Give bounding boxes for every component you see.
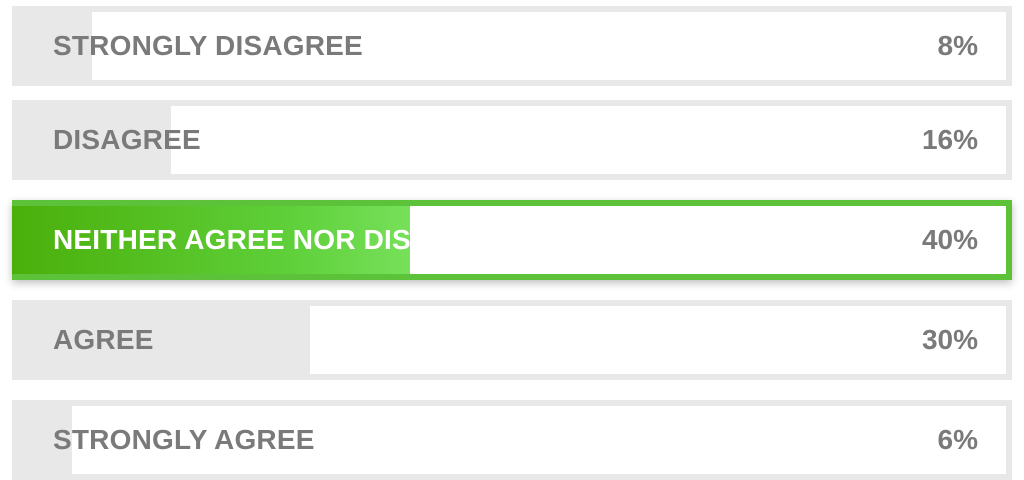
option-percentage: 16% [921,124,978,155]
poll-option-disagree[interactable]: DISAGREE 16% [12,100,1012,180]
option-label: DISAGREE [53,124,201,155]
option-label-clip: NEITHER AGREE NOR DISAGREE [12,206,410,274]
poll-option-strongly-disagree[interactable]: STRONGLY DISAGREE 8% [12,6,1012,86]
option-percentage: 40% [921,224,978,255]
option-percentage: 8% [937,30,978,61]
option-label: NEITHER AGREE NOR DISAGREE [53,224,410,255]
option-label: AGREE [53,324,154,355]
poll-option-strongly-agree[interactable]: STRONGLY AGREE 6% [12,400,1012,480]
poll-option-neither-agree-nor-disagree[interactable]: NEITHER AGREE NOR DISAGREE 40% [12,200,1012,280]
option-percentage: 6% [937,424,978,455]
poll-option-agree[interactable]: AGREE 30% [12,300,1012,380]
poll-results: STRONGLY DISAGREE 8% DISAGREE 16% NEITHE… [0,0,1024,480]
option-label: STRONGLY AGREE [53,424,315,455]
option-percentage: 30% [921,324,978,355]
option-label: STRONGLY DISAGREE [53,30,363,61]
